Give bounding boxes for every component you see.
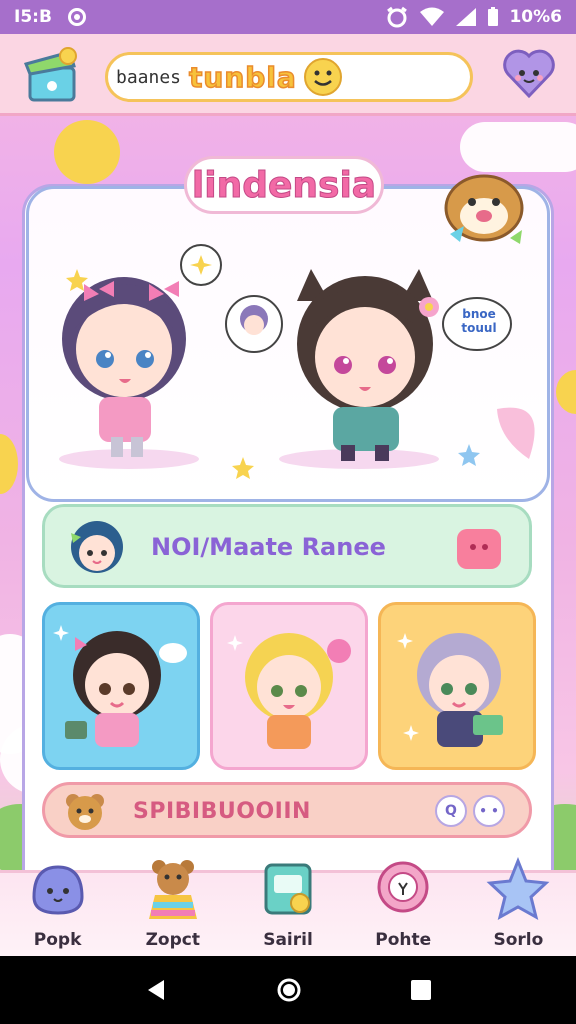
bear-icon <box>148 860 197 919</box>
speech-bubble-text: bnoe touul <box>461 307 497 335</box>
nav-label: Sorlo <box>493 930 544 950</box>
yellow-balloon <box>54 120 120 184</box>
search-prefix: baanes <box>116 66 182 88</box>
yellow-balloon <box>0 434 18 494</box>
banner-title: NOI/Maate Ranee <box>151 533 386 561</box>
top-bar: baanes tunbla <box>0 34 576 116</box>
nav-item-pohte[interactable]: Pohte <box>346 861 461 956</box>
note-box-icon <box>264 863 312 915</box>
bottom-nav: Popk Zopct Sairil Pohte Sorlo <box>0 857 576 956</box>
search-bar[interactable]: baanes tunbla <box>105 52 473 102</box>
nav-item-zopct[interactable]: Zopct <box>115 860 230 956</box>
nav-item-sairil[interactable]: Sairil <box>230 863 345 956</box>
star-icon <box>486 857 550 920</box>
wifi-icon <box>420 7 445 26</box>
avatar-icon <box>71 521 123 573</box>
clock: I5:B <box>14 7 52 27</box>
nav-item-sorlo[interactable]: Sorlo <box>461 857 576 956</box>
bear-face-icon <box>66 794 104 830</box>
dots-icon: • • <box>479 804 499 818</box>
yellow-balloon <box>556 370 576 414</box>
chibi-boy-icon <box>397 633 503 747</box>
chibi-girl-icon <box>53 625 187 747</box>
pill-label: SPIBIBUOOIIN <box>133 799 311 824</box>
character-tile-2[interactable] <box>210 602 368 770</box>
alarm-icon <box>387 6 408 28</box>
more-dots-button[interactable]: • • <box>473 795 505 827</box>
battery-level: 10%6 <box>509 7 562 27</box>
status-bar: I5:B 10%6 <box>0 0 576 34</box>
dog-mascot-icon[interactable] <box>440 164 528 250</box>
system-nav-bar <box>0 956 576 1024</box>
character-tile-1[interactable] <box>42 602 200 770</box>
app-screen: baanes tunbla bnoe touul lindensia NOI/M… <box>0 34 576 956</box>
notification-icon <box>67 8 86 26</box>
heart-mascot-icon[interactable] <box>502 46 556 100</box>
app-logo-text: tunbla <box>188 60 297 95</box>
action-pill[interactable]: SPIBIBUOOIIN Q • • <box>42 782 532 838</box>
nav-label: Popk <box>33 930 82 950</box>
ghost-blob-icon <box>32 865 84 915</box>
battery-icon <box>488 7 499 26</box>
recents-icon[interactable] <box>410 979 432 1001</box>
gift-box-icon[interactable] <box>24 46 80 104</box>
banner-card[interactable]: NOI/Maate Ranee <box>42 504 532 588</box>
signal-icon <box>456 8 477 26</box>
hero-title-badge: lindensia <box>184 156 384 214</box>
pill-button-q[interactable]: Q <box>435 795 467 827</box>
nav-label: Zopct <box>145 930 200 950</box>
character-tile-3[interactable] <box>378 602 536 770</box>
nav-label: Pohte <box>375 930 432 950</box>
pill-button-text: Q <box>445 803 457 819</box>
chibi-blonde-girl-icon <box>227 633 351 749</box>
ring-bubble-icon <box>377 861 429 913</box>
smiley-face-icon <box>303 58 342 96</box>
hero-title: lindensia <box>191 164 377 206</box>
nav-label: Sairil <box>263 930 313 950</box>
chat-bubble-icon[interactable] <box>457 529 501 569</box>
nav-item-popk[interactable]: Popk <box>0 865 115 956</box>
back-icon[interactable] <box>144 978 168 1002</box>
home-icon[interactable] <box>276 977 302 1003</box>
